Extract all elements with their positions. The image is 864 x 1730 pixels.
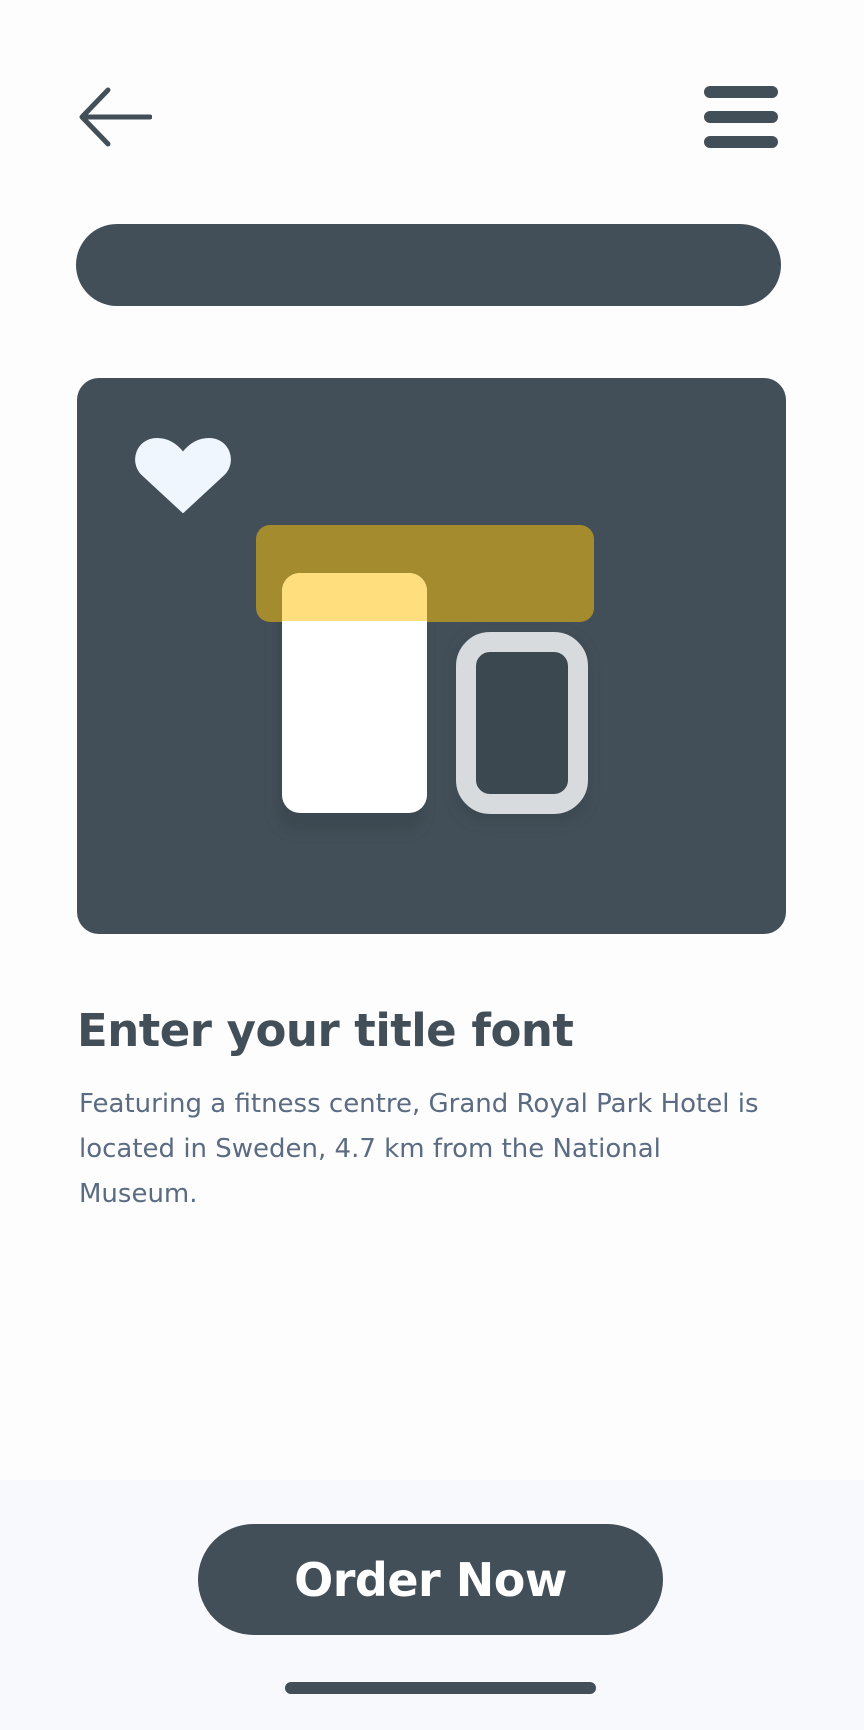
favorite-button[interactable]	[133, 428, 233, 518]
back-button[interactable]	[76, 84, 153, 148]
product-detail-screen: Enter your title font Featuring a fitnes…	[0, 0, 864, 1730]
hamburger-menu-icon	[704, 86, 778, 148]
hero-image-card	[77, 378, 786, 934]
product-description: Featuring a fitness centre, Grand Royal …	[79, 1089, 759, 1209]
search-bar[interactable]	[76, 224, 781, 306]
order-now-button[interactable]: Order Now	[198, 1524, 663, 1635]
menu-button[interactable]	[702, 82, 780, 150]
arrow-left-icon	[79, 87, 153, 147]
product-title: Enter your title font	[77, 1004, 574, 1057]
heart-icon	[135, 438, 231, 513]
bottom-action-bar: Order Now	[0, 1480, 864, 1730]
home-indicator[interactable]	[285, 1682, 596, 1694]
